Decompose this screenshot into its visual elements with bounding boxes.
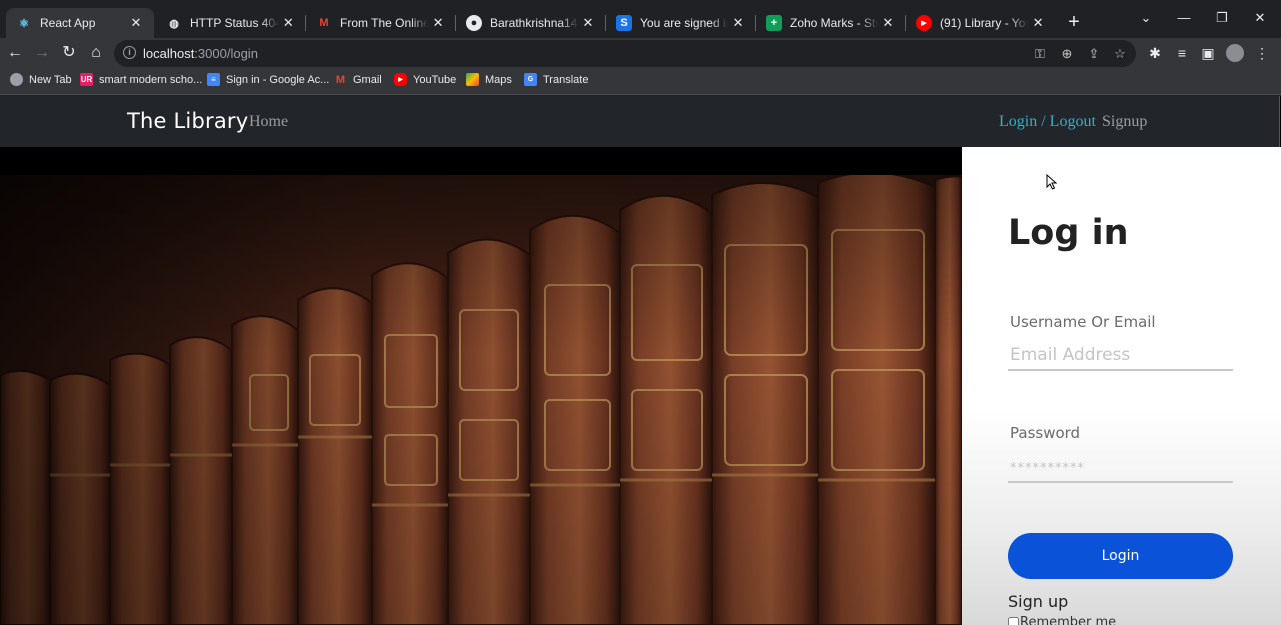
- bookmark-label: Translate: [543, 73, 589, 86]
- gmail-icon: M: [335, 73, 346, 86]
- side-panel-icon[interactable]: ▣: [1199, 44, 1217, 62]
- back-icon[interactable]: ←: [5, 43, 25, 63]
- bookmark-translate[interactable]: G Translate: [524, 73, 588, 86]
- s-app-icon: S: [616, 15, 632, 31]
- close-icon[interactable]: ✕: [882, 15, 894, 31]
- youtube-icon: ▶: [916, 15, 932, 31]
- close-icon[interactable]: ✕: [732, 15, 744, 31]
- react-icon: ⚛: [19, 17, 29, 30]
- tab-title: HTTP Status 404 – Not: [190, 16, 279, 30]
- books-illustration: [0, 175, 962, 625]
- tab-title: From The Online Libra: [340, 16, 429, 30]
- bookmark-label: New Tab: [29, 73, 72, 86]
- bookmark-label: Gmail: [353, 73, 382, 86]
- forward-icon[interactable]: →: [32, 43, 52, 63]
- bookmark-google-signin[interactable]: ≡ Sign in - Google Ac...: [207, 73, 329, 86]
- close-window-icon[interactable]: ✕: [1250, 10, 1270, 26]
- media-control-icon[interactable]: ≡: [1173, 44, 1191, 62]
- tab-youtube[interactable]: ▶ (91) Library - YouTube ✕: [906, 8, 1054, 38]
- github-icon: ●: [466, 15, 482, 31]
- reload-icon[interactable]: ↻: [59, 43, 79, 63]
- gmail-icon: M: [319, 17, 329, 29]
- tab-gmail[interactable]: M From The Online Libra ✕: [306, 8, 454, 38]
- url-host: localhost: [143, 46, 195, 61]
- tab-strip: ⚛ React App ✕ ◍ HTTP Status 404 – Not ✕ …: [0, 0, 1281, 42]
- close-icon[interactable]: ✕: [432, 15, 444, 31]
- remember-me-label: Remember me: [1020, 615, 1117, 625]
- signup-link[interactable]: Sign up: [1008, 592, 1068, 611]
- bookmark-label: YouTube: [413, 73, 457, 86]
- ur-icon: UR: [80, 73, 93, 86]
- nav-login-logout-link[interactable]: Login / Logout: [999, 113, 1096, 131]
- globe-icon: [10, 73, 23, 86]
- close-icon[interactable]: ✕: [283, 15, 294, 31]
- login-panel: Log in Username Or Email Password Login …: [962, 147, 1281, 625]
- tab-title: You are signed in as 1: [640, 16, 728, 30]
- bookmarks-bar: New Tab UR smart modern scho... ≡ Sign i…: [0, 68, 1281, 95]
- tab-title: React App: [40, 16, 96, 30]
- bookmark-label: Maps: [485, 73, 512, 86]
- username-input[interactable]: [1008, 341, 1233, 371]
- username-label: Username Or Email: [1010, 313, 1156, 331]
- bookmark-smart-modern[interactable]: UR smart modern scho...: [80, 73, 202, 86]
- login-title: Log in: [1008, 213, 1129, 253]
- nav-signup-link[interactable]: Signup: [1102, 113, 1147, 131]
- bookmark-label: smart modern scho...: [99, 73, 203, 86]
- remember-me-checkbox[interactable]: [1008, 617, 1019, 625]
- tab-signed-in[interactable]: S You are signed in as 1 ✕: [606, 8, 754, 38]
- home-icon[interactable]: ⌂: [86, 43, 106, 63]
- extensions-icon[interactable]: ✱: [1146, 44, 1164, 62]
- bookmark-youtube[interactable]: ▶ YouTube: [394, 73, 456, 86]
- menu-icon[interactable]: ⋮: [1253, 44, 1271, 62]
- bookmark-label: Sign in - Google Ac...: [226, 73, 330, 86]
- youtube-icon: ▶: [394, 73, 407, 86]
- minimize-icon[interactable]: —: [1174, 10, 1194, 25]
- tab-github[interactable]: ● Barathkrishna14/Libra ✕: [456, 8, 604, 38]
- tab-title: Barathkrishna14/Libra: [490, 16, 578, 30]
- google-doc-icon: ≡: [207, 73, 220, 86]
- bookmark-maps[interactable]: Maps: [466, 73, 512, 86]
- chevron-down-icon[interactable]: ⌄: [1136, 10, 1156, 26]
- maps-icon: [466, 73, 479, 86]
- tab-title: Zoho Marks - Student: [790, 16, 878, 30]
- tab-title: (91) Library - YouTube: [940, 16, 1028, 30]
- bookmark-gmail[interactable]: M Gmail: [334, 73, 382, 86]
- globe-icon: ◍: [169, 17, 179, 30]
- password-input[interactable]: [1008, 453, 1233, 483]
- password-label: Password: [1010, 424, 1081, 442]
- site-brand[interactable]: The Library: [127, 109, 248, 133]
- login-button[interactable]: Login: [1008, 533, 1233, 579]
- sheets-icon: +: [766, 15, 782, 31]
- remember-me[interactable]: Remember me: [1008, 615, 1116, 625]
- site-info-icon[interactable]: i: [123, 46, 136, 59]
- share-icon[interactable]: ⇪: [1086, 46, 1102, 62]
- nav-home-link[interactable]: Home: [249, 113, 288, 131]
- url-text: localhost:3000/login: [143, 46, 258, 61]
- tab-react-app[interactable]: ⚛ React App ✕: [6, 8, 154, 38]
- bookmark-new-tab[interactable]: New Tab: [10, 73, 72, 86]
- url-path: :3000/login: [194, 46, 258, 61]
- new-tab-icon[interactable]: +: [1064, 12, 1084, 32]
- hero-books-image: [0, 175, 962, 625]
- close-icon[interactable]: ✕: [582, 15, 594, 31]
- site-navbar: The Library Home Login / Logout Signup: [0, 96, 1280, 147]
- tab-http-404[interactable]: ◍ HTTP Status 404 – Not ✕: [156, 8, 304, 38]
- translate-icon: G: [524, 73, 537, 86]
- page-viewport: The Library Home Login / Logout Signup L…: [0, 96, 1281, 625]
- close-icon[interactable]: ✕: [128, 15, 144, 31]
- tab-zoho-marks[interactable]: + Zoho Marks - Student ✕: [756, 8, 904, 38]
- bookmark-star-icon[interactable]: ☆: [1112, 46, 1128, 62]
- address-bar[interactable]: i localhost:3000/login ⚿ ⊕ ⇪ ☆: [114, 40, 1136, 67]
- zoom-icon[interactable]: ⊕: [1059, 46, 1075, 62]
- profile-avatar[interactable]: [1226, 44, 1244, 62]
- mouse-cursor-icon: [1046, 174, 1058, 190]
- browser-toolbar: ← → ↻ ⌂ i localhost:3000/login ⚿ ⊕ ⇪ ☆: [0, 38, 1281, 68]
- close-icon[interactable]: ✕: [1032, 15, 1044, 31]
- restore-icon[interactable]: ❐: [1212, 10, 1232, 26]
- key-icon[interactable]: ⚿: [1032, 46, 1048, 62]
